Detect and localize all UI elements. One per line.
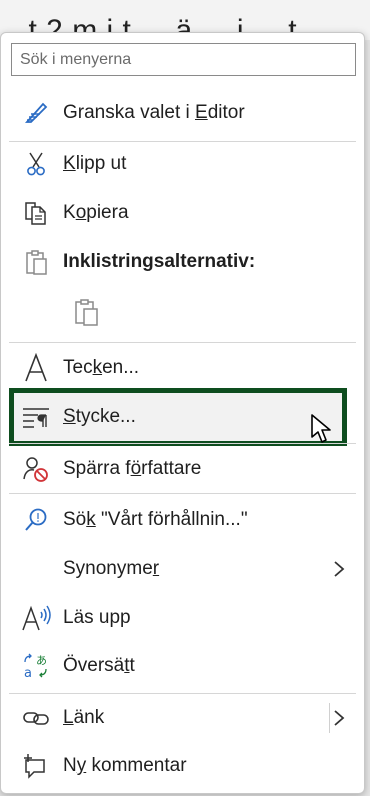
translate-icon: a あ [9,643,63,689]
menu-item-read-aloud[interactable]: Läs upp [9,595,356,641]
synonyms-icon-placeholder [9,546,63,592]
paste-keep-text-icon [63,289,109,335]
menu-item-link[interactable]: Länk [9,695,356,741]
menu-item-new-comment[interactable]: Ny kommentar [9,743,356,789]
menu-separator [9,342,356,343]
menu-item-cut[interactable]: Klipp ut [9,141,356,187]
editor-pen-icon [9,90,63,136]
menu-item-label: Klipp ut [63,153,127,174]
search-icon [9,497,63,543]
paste-keep-text-option[interactable] [63,289,109,335]
menu-item-editor[interactable]: Granska valet i Editor [9,90,356,136]
menu-item-label: Länk [63,707,105,728]
context-menu: Granska valet i Editor Klipp ut Kopiera [0,32,365,794]
menu-item-label: Granska valet i Editor [63,102,245,123]
menu-item-label: Ny kommentar [63,755,187,776]
menu-separator [9,693,356,694]
copy-icon [9,190,63,236]
menu-search-input[interactable] [12,44,355,75]
menu-item-label: Sök "Vårt förhållnin..." [63,509,248,530]
svg-text:a: a [24,666,32,680]
paste-options-header: Inklistringsalternativ: [9,239,356,285]
menu-item-label: Inklistringsalternativ: [63,251,256,272]
menu-item-translate[interactable]: a あ Översätt [9,643,356,689]
block-user-icon [9,446,63,492]
chevron-right-icon[interactable] [330,708,348,728]
menu-separator [9,493,356,494]
menu-item-label: Kopiera [63,202,129,223]
mouse-cursor-icon [311,414,331,443]
font-a-icon [9,345,63,391]
menu-item-search-selection[interactable]: Sök "Vårt förhållnin..." [9,497,356,543]
read-aloud-icon [9,595,63,641]
menu-item-copy[interactable]: Kopiera [9,190,356,236]
menu-item-label: Tecken... [63,357,140,378]
chevron-right-icon [334,561,345,577]
menu-item-synonyms[interactable]: Synonymer [9,546,356,592]
menu-separator [9,443,356,444]
link-icon [9,695,63,741]
menu-item-paragraph[interactable]: Stycke... [9,394,356,440]
menu-item-block-authors[interactable]: Spärra författare [9,446,356,492]
clipboard-icon [9,239,63,285]
new-comment-icon [9,743,63,789]
paragraph-icon [9,394,63,440]
scissors-icon [9,141,63,187]
menu-search-box[interactable] [11,43,356,76]
menu-item-label: Spärra författare [63,458,202,479]
menu-item-label: Läs upp [63,607,131,628]
menu-item-label: Stycke... [63,406,136,427]
menu-item-label: Synonymer [63,558,160,579]
menu-item-font[interactable]: Tecken... [9,345,356,391]
menu-item-label: Översätt [63,655,135,676]
svg-text:あ: あ [36,654,47,667]
